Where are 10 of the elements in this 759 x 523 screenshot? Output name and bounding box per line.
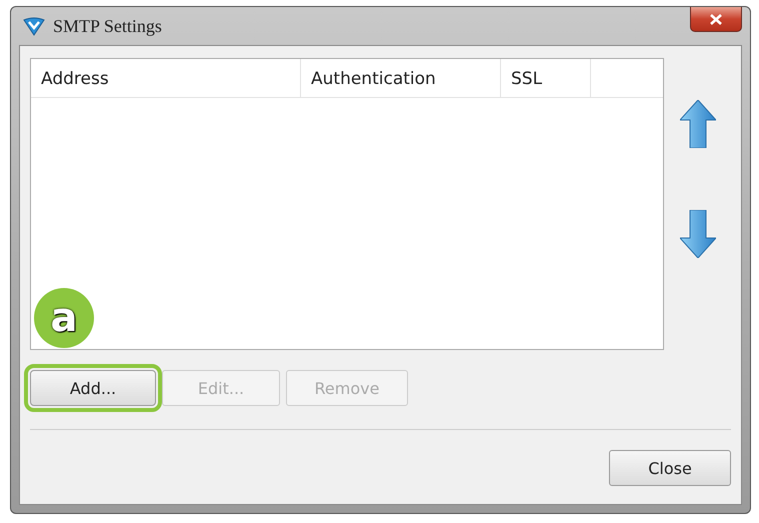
- down-arrow-icon[interactable]: [680, 210, 716, 258]
- column-header[interactable]: Authentication: [301, 59, 501, 97]
- column-header[interactable]: SSL: [501, 59, 591, 97]
- close-button[interactable]: [690, 7, 742, 32]
- window-title: SMTP Settings: [53, 16, 162, 36]
- close-icon: [710, 14, 722, 24]
- column-header[interactable]: Address: [31, 59, 301, 97]
- close-dialog-button[interactable]: Close: [609, 450, 731, 486]
- app-icon: [23, 16, 45, 36]
- up-arrow-icon[interactable]: [680, 100, 716, 148]
